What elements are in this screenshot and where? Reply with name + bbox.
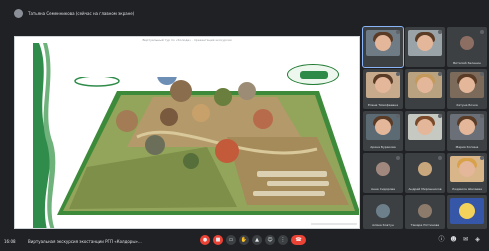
raise-hand-icon[interactable]: ✋	[239, 235, 249, 245]
mic-icon	[438, 72, 442, 76]
end-call-button[interactable]: ☎	[291, 235, 306, 245]
mic-icon	[480, 72, 484, 76]
mic-icon	[480, 114, 484, 118]
presenter-label: Татьяна Семенникова (сейчас на главном э…	[28, 10, 135, 16]
participant-tile[interactable]: Анна Сидорова	[363, 153, 403, 193]
slide-title: Виртуальный тур по «Колоде» · презентаци…	[142, 38, 232, 42]
activities-icon[interactable]: ◈	[474, 236, 481, 243]
mic-icon	[396, 30, 400, 34]
chat-icon[interactable]: ✉	[462, 236, 469, 243]
captions-icon[interactable]: ▭	[226, 235, 236, 245]
mic-icon	[396, 72, 400, 76]
mic-icon	[396, 156, 400, 160]
stage-scroll-indicator	[311, 223, 357, 225]
side-panel-controls: ⓘ ☻ ✉ ◈	[438, 236, 481, 243]
top-bar: Татьяна Семенникова (сейчас на главном э…	[0, 0, 489, 26]
participant-tile[interactable]	[405, 69, 445, 109]
participants-grid: Виталий Зеленин Елена Тимофеевна Хатуна …	[361, 25, 489, 230]
participant-tile[interactable]: Тамара Юстинова	[405, 195, 445, 229]
mic-icon	[438, 114, 442, 118]
participant-tile[interactable]: Хатуна Бочка	[447, 69, 487, 109]
mic-icon	[438, 30, 442, 34]
presentation-stage: Виртуальный тур по «Колоде» · презентаци…	[14, 36, 360, 229]
participant-tile[interactable]: Виталий Зеленин	[447, 27, 487, 67]
participant-tile[interactable]	[405, 111, 445, 151]
eco-station-logo	[287, 64, 339, 85]
participant-tile[interactable]: Арина Буракова	[363, 111, 403, 151]
mic-icon	[480, 30, 484, 34]
participant-tile[interactable]: Мария Копина	[447, 111, 487, 151]
bottom-bar: 16:08 Виртуальная экскурсия экостанции Р…	[0, 232, 489, 251]
info-icon[interactable]: ⓘ	[438, 236, 445, 243]
avatar	[418, 162, 432, 176]
meet-window: Татьяна Семенникова (сейчас на главном э…	[0, 0, 489, 251]
avatar	[376, 204, 390, 218]
mic-icon	[480, 156, 484, 160]
participant-tile[interactable]: Людмила Шалаева	[447, 153, 487, 193]
participant-tile[interactable]: Елена Тимофеевна	[363, 69, 403, 109]
participant-tile[interactable]	[362, 26, 404, 68]
map-board-illustration	[57, 77, 359, 215]
mic-off-icon[interactable]: ●	[200, 235, 210, 245]
participant-tile[interactable]: Алёна Ковтун	[363, 195, 403, 229]
avatar	[376, 162, 390, 176]
people-icon[interactable]: ☻	[450, 236, 457, 243]
mic-icon	[438, 156, 442, 160]
emoji-icon[interactable]: ☺	[265, 235, 275, 245]
more-options-icon[interactable]: ⋮	[278, 235, 288, 245]
participant-tile[interactable]	[447, 195, 487, 229]
present-icon[interactable]: ▲	[252, 235, 262, 245]
meeting-time: 16:08	[4, 239, 16, 244]
participant-tile[interactable]: Андрей Мирошников	[405, 153, 445, 193]
avatar	[418, 204, 432, 218]
call-controls: ● ■ ▭ ✋ ▲ ☺ ⋮ ☎	[200, 235, 306, 245]
meeting-title: Виртуальная экскурсия экостанции РГП «Ко…	[28, 239, 142, 244]
mic-icon	[396, 114, 400, 118]
presenter-avatar	[14, 8, 23, 18]
participant-tile[interactable]	[405, 27, 445, 67]
camera-off-icon[interactable]: ■	[213, 235, 223, 245]
avatar	[460, 36, 474, 50]
